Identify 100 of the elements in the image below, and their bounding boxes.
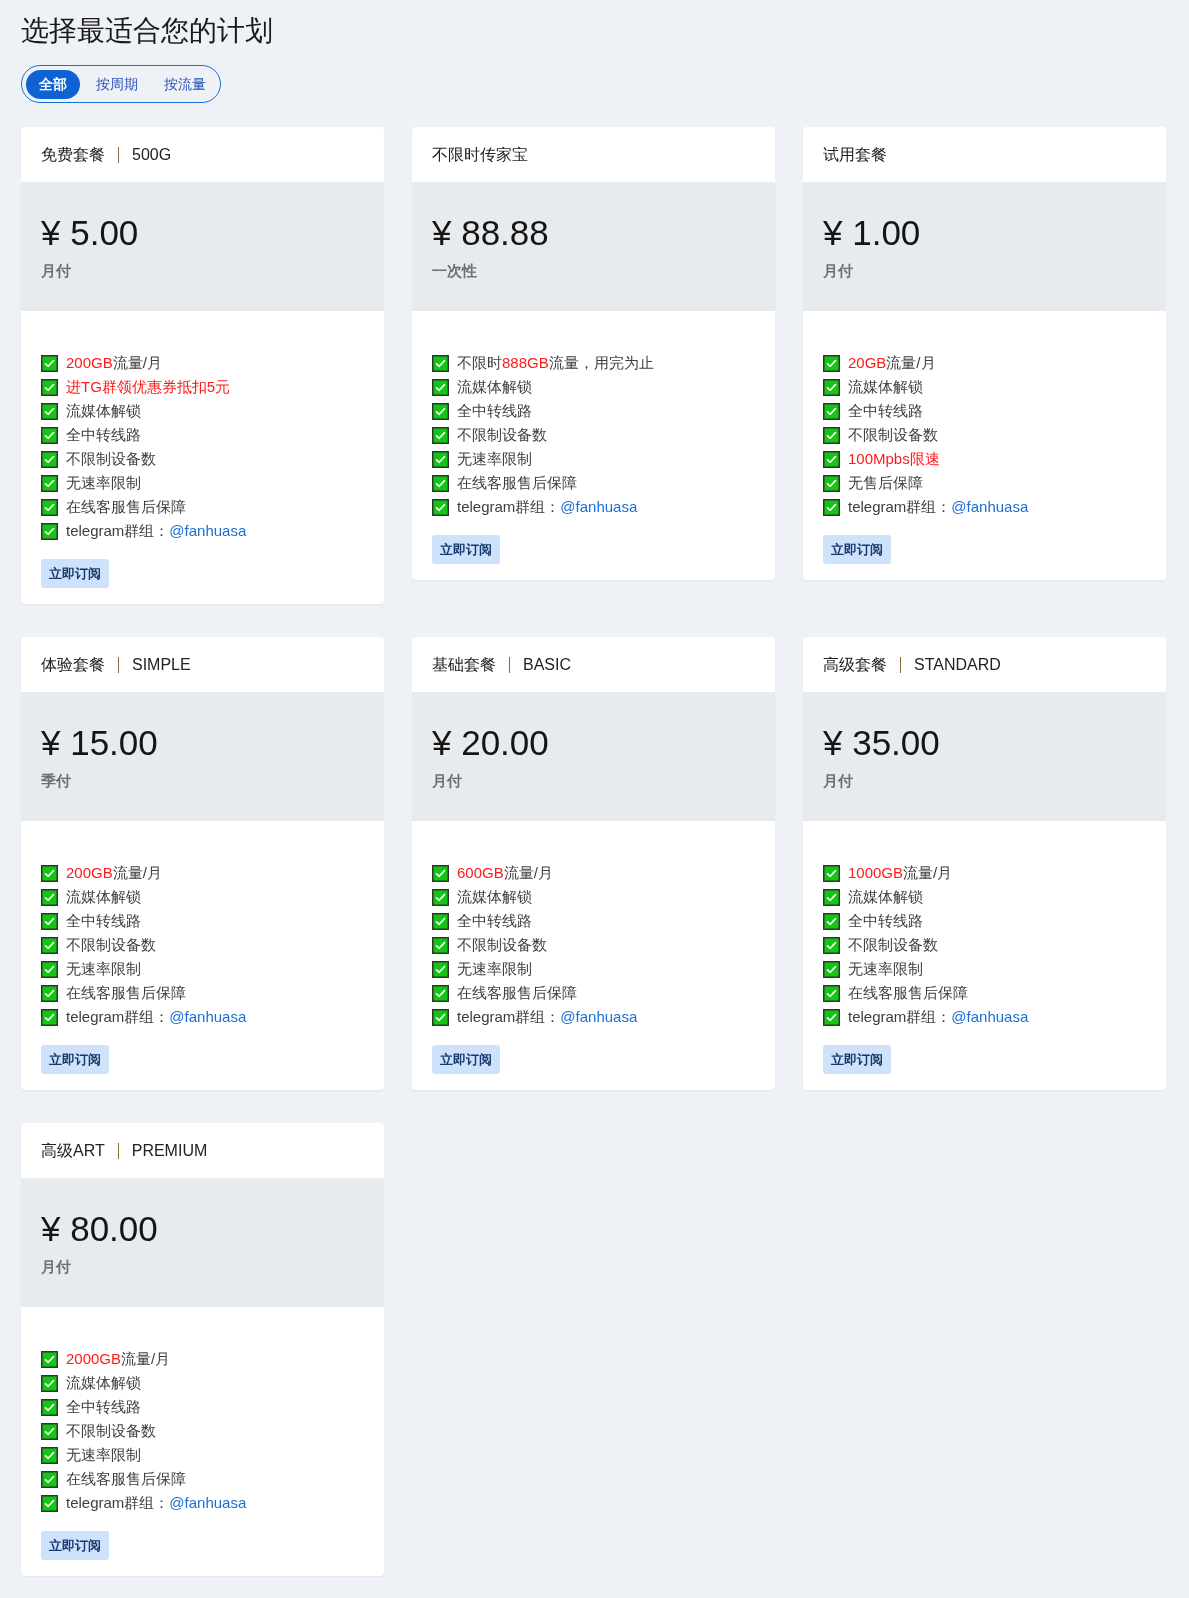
feature-text: 不限制设备数 bbox=[66, 1420, 156, 1441]
filter-tab[interactable]: 全部 bbox=[26, 69, 80, 99]
page-title: 选择最适合您的计划 bbox=[21, 14, 274, 48]
feature-text: 200GB流量/月 bbox=[66, 352, 162, 373]
feature-text: 流媒体解锁 bbox=[848, 376, 923, 397]
checkbox-icon bbox=[823, 1008, 840, 1026]
telegram-link[interactable]: @fanhuasa bbox=[560, 1007, 638, 1025]
billing-period: 一次性 bbox=[432, 261, 477, 281]
feature-text: 无速率限制 bbox=[66, 958, 141, 979]
price: ¥ 80.00 bbox=[41, 1208, 158, 1250]
feature-text: 无速率限制 bbox=[457, 448, 532, 469]
plan-name-label: 试用套餐 bbox=[823, 144, 887, 165]
feature-text: 流媒体解锁 bbox=[848, 886, 923, 907]
subscribe-button[interactable]: 立即订阅 bbox=[432, 1045, 500, 1074]
checkbox-icon bbox=[432, 984, 449, 1002]
plan-tier-label: BASIC bbox=[523, 654, 571, 675]
checkbox-icon bbox=[41, 1422, 58, 1440]
telegram-link[interactable]: @fanhuasa bbox=[560, 497, 638, 515]
plan-name-label: 不限时传家宝 bbox=[432, 144, 528, 165]
subscribe-button[interactable]: 立即订阅 bbox=[41, 1045, 109, 1074]
feature-text: 流媒体解锁 bbox=[66, 1372, 141, 1393]
checkbox-icon bbox=[41, 522, 58, 540]
feature-text: 20GB流量/月 bbox=[848, 352, 936, 373]
checkbox-icon bbox=[41, 1374, 58, 1392]
feature-text: 全中转线路 bbox=[66, 910, 141, 931]
feature-text: 不限时888GB流量，用完为止 bbox=[457, 352, 654, 373]
price: ¥ 1.00 bbox=[823, 212, 921, 254]
feature-text: 1000GB流量/月 bbox=[848, 862, 953, 883]
feature-text: 在线客服售后保障 bbox=[848, 982, 968, 1003]
feature-text: 无速率限制 bbox=[66, 472, 141, 493]
feature-text: 在线客服售后保障 bbox=[457, 472, 577, 493]
telegram-link[interactable]: @fanhuasa bbox=[169, 521, 247, 539]
billing-period: 月付 bbox=[432, 771, 462, 791]
checkbox-icon bbox=[823, 912, 840, 930]
plan-tier-label: 500G bbox=[132, 144, 172, 165]
checkbox-icon bbox=[432, 888, 449, 906]
feature-text: 不限制设备数 bbox=[848, 424, 938, 445]
feature-text: 100Mpbs限速 bbox=[848, 448, 940, 469]
checkbox-icon bbox=[41, 474, 58, 492]
checkbox-icon bbox=[41, 1398, 58, 1416]
subscribe-button[interactable]: 立即订阅 bbox=[41, 559, 109, 588]
checkbox-icon bbox=[41, 354, 58, 372]
checkbox-icon bbox=[823, 426, 840, 444]
feature-text: telegram群组：@fanhuasa bbox=[66, 1006, 247, 1027]
checkbox-icon bbox=[432, 354, 449, 372]
feature-text: 无速率限制 bbox=[848, 958, 923, 979]
checkbox-icon bbox=[41, 378, 58, 396]
feature-text: 无售后保障 bbox=[848, 472, 923, 493]
feature-text: 200GB流量/月 bbox=[66, 862, 162, 883]
subscribe-button[interactable]: 立即订阅 bbox=[823, 1045, 891, 1074]
filter-tab[interactable]: 按周期 bbox=[86, 69, 148, 99]
subscribe-button[interactable]: 立即订阅 bbox=[432, 535, 500, 564]
checkbox-icon bbox=[41, 960, 58, 978]
price: ¥ 20.00 bbox=[432, 722, 549, 764]
checkbox-icon bbox=[41, 1494, 58, 1512]
checkbox-icon bbox=[41, 912, 58, 930]
subscribe-button[interactable]: 立即订阅 bbox=[41, 1531, 109, 1560]
feature-text: 进TG群领优惠券抵扣5元 bbox=[66, 376, 231, 397]
feature-text: telegram群组：@fanhuasa bbox=[457, 496, 638, 517]
feature-text: 不限制设备数 bbox=[848, 934, 938, 955]
subscribe-button[interactable]: 立即订阅 bbox=[823, 535, 891, 564]
plan-name-label: 高级ART bbox=[41, 1140, 105, 1161]
feature-text: 在线客服售后保障 bbox=[457, 982, 577, 1003]
checkbox-icon bbox=[41, 936, 58, 954]
feature-text: 600GB流量/月 bbox=[457, 862, 553, 883]
checkbox-icon bbox=[41, 1446, 58, 1464]
filter-tab[interactable]: 按流量 bbox=[154, 69, 216, 99]
checkbox-icon bbox=[823, 888, 840, 906]
feature-text: telegram群组：@fanhuasa bbox=[66, 1492, 247, 1513]
checkbox-icon bbox=[432, 474, 449, 492]
checkbox-icon bbox=[823, 984, 840, 1002]
price: ¥ 5.00 bbox=[41, 212, 139, 254]
checkbox-icon bbox=[41, 1008, 58, 1026]
feature-text: 流媒体解锁 bbox=[66, 400, 141, 421]
feature-text: telegram群组：@fanhuasa bbox=[66, 520, 247, 541]
feature-text: telegram群组：@fanhuasa bbox=[457, 1006, 638, 1027]
telegram-link[interactable]: @fanhuasa bbox=[951, 1007, 1029, 1025]
feature-text: 全中转线路 bbox=[66, 424, 141, 445]
telegram-link[interactable]: @fanhuasa bbox=[951, 497, 1029, 515]
telegram-link[interactable]: @fanhuasa bbox=[169, 1007, 247, 1025]
billing-period: 月付 bbox=[41, 261, 71, 281]
plan-tier-label: PREMIUM bbox=[131, 1140, 208, 1161]
telegram-link[interactable]: @fanhuasa bbox=[169, 1493, 247, 1511]
price: ¥ 15.00 bbox=[41, 722, 158, 764]
plan-tier-label: SIMPLE bbox=[132, 654, 191, 675]
feature-text: 不限制设备数 bbox=[66, 448, 156, 469]
feature-text: 不限制设备数 bbox=[457, 424, 547, 445]
plan-name-label: 免费套餐 bbox=[41, 144, 105, 165]
checkbox-icon bbox=[41, 1350, 58, 1368]
checkbox-icon bbox=[41, 498, 58, 516]
feature-text: 全中转线路 bbox=[848, 400, 923, 421]
checkbox-icon bbox=[432, 864, 449, 882]
feature-text: telegram群组：@fanhuasa bbox=[848, 496, 1029, 517]
checkbox-icon bbox=[432, 402, 449, 420]
feature-text: 全中转线路 bbox=[848, 910, 923, 931]
checkbox-icon bbox=[823, 354, 840, 372]
checkbox-icon bbox=[432, 450, 449, 468]
checkbox-icon bbox=[432, 912, 449, 930]
billing-period: 月付 bbox=[823, 771, 853, 791]
plan-name-label: 高级套餐 bbox=[823, 654, 887, 675]
